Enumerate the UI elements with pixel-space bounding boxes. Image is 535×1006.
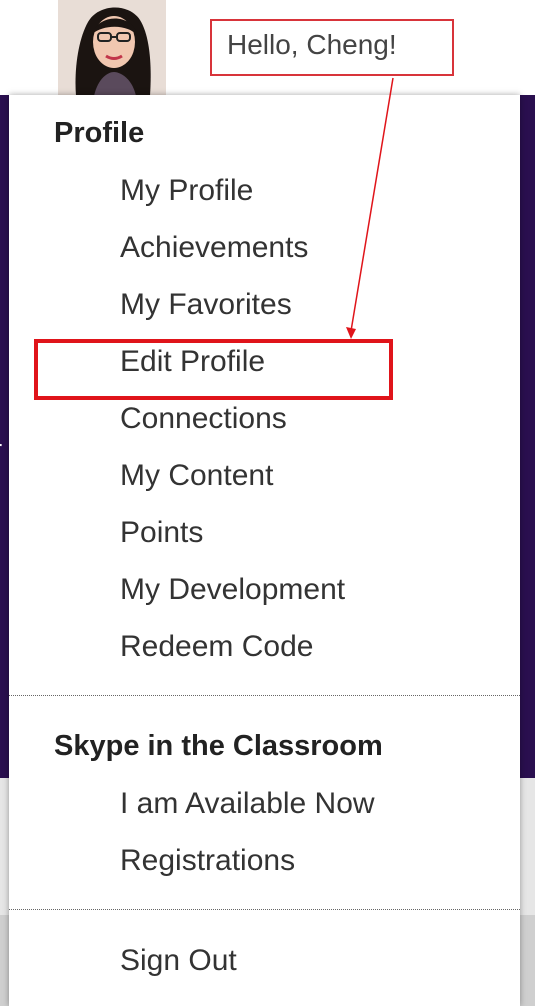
annotation-arrow [346, 77, 394, 339]
